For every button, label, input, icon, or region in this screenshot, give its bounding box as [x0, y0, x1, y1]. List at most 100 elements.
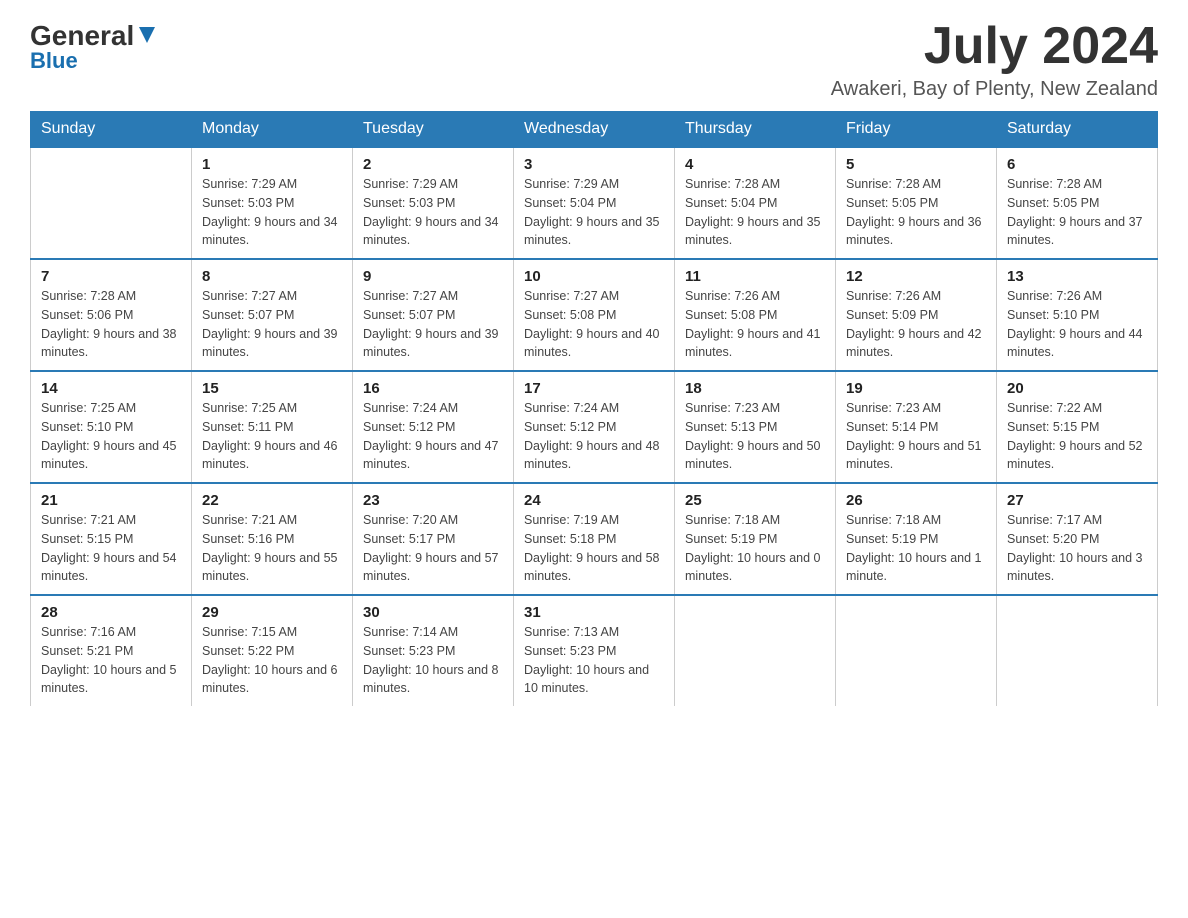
table-row: 13 Sunrise: 7:26 AMSunset: 5:10 PMDayligh… [997, 259, 1158, 371]
table-row: 6Sunrise: 7:28 AMSunset: 5:05 PMDaylight… [997, 147, 1158, 259]
day-info: Sunrise: 7:16 AMSunset: 5:21 PMDaylight:… [41, 623, 181, 698]
table-row: 18 Sunrise: 7:23 AMSunset: 5:13 PMDayligh… [675, 371, 836, 483]
day-number: 23 [363, 492, 503, 509]
table-row: 3Sunrise: 7:29 AMSunset: 5:04 PMDaylight… [514, 147, 675, 259]
day-info: Sunrise: 7:23 AMSunset: 5:13 PMDaylight:… [685, 399, 825, 474]
table-row: 30 Sunrise: 7:14 AMSunset: 5:23 PMDayligh… [353, 595, 514, 706]
day-info: Sunrise: 7:15 AMSunset: 5:22 PMDaylight:… [202, 623, 342, 698]
table-row: 2Sunrise: 7:29 AMSunset: 5:03 PMDaylight… [353, 147, 514, 259]
logo-blue-text: Blue [30, 48, 78, 74]
day-info: Sunrise: 7:25 AMSunset: 5:10 PMDaylight:… [41, 399, 181, 474]
table-row: 28 Sunrise: 7:16 AMSunset: 5:21 PMDayligh… [31, 595, 192, 706]
day-info: Sunrise: 7:21 AMSunset: 5:15 PMDaylight:… [41, 511, 181, 586]
day-number: 5 [846, 156, 986, 173]
table-row: 27 Sunrise: 7:17 AMSunset: 5:20 PMDayligh… [997, 483, 1158, 595]
day-number: 25 [685, 492, 825, 509]
table-row: 20 Sunrise: 7:22 AMSunset: 5:15 PMDayligh… [997, 371, 1158, 483]
calendar-header-row: Sunday Monday Tuesday Wednesday Thursday… [31, 112, 1158, 148]
day-number: 18 [685, 380, 825, 397]
col-saturday: Saturday [997, 112, 1158, 148]
day-info: Sunrise: 7:18 AMSunset: 5:19 PMDaylight:… [685, 511, 825, 586]
table-row: 9 Sunrise: 7:27 AMSunset: 5:07 PMDaylight… [353, 259, 514, 371]
day-number: 31 [524, 604, 664, 621]
day-number: 21 [41, 492, 181, 509]
day-number: 15 [202, 380, 342, 397]
table-row: 17Sunrise: 7:24 AMSunset: 5:12 PMDayligh… [514, 371, 675, 483]
table-row: 26Sunrise: 7:18 AMSunset: 5:19 PMDayligh… [836, 483, 997, 595]
day-info: Sunrise: 7:28 AMSunset: 5:05 PMDaylight:… [846, 175, 986, 250]
day-number: 17 [524, 380, 664, 397]
calendar-week-row: 14Sunrise: 7:25 AMSunset: 5:10 PMDayligh… [31, 371, 1158, 483]
day-info: Sunrise: 7:27 AMSunset: 5:07 PMDaylight:… [202, 287, 342, 362]
day-info: Sunrise: 7:26 AMSunset: 5:09 PMDaylight:… [846, 287, 986, 362]
table-row: 8 Sunrise: 7:27 AMSunset: 5:07 PMDaylight… [192, 259, 353, 371]
month-title: July 2024 [831, 20, 1158, 72]
day-number: 27 [1007, 492, 1147, 509]
table-row: 31Sunrise: 7:13 AMSunset: 5:23 PMDayligh… [514, 595, 675, 706]
col-sunday: Sunday [31, 112, 192, 148]
table-row: 29Sunrise: 7:15 AMSunset: 5:22 PMDayligh… [192, 595, 353, 706]
table-row: 23 Sunrise: 7:20 AMSunset: 5:17 PMDayligh… [353, 483, 514, 595]
table-row: 10 Sunrise: 7:27 AMSunset: 5:08 PMDayligh… [514, 259, 675, 371]
col-wednesday: Wednesday [514, 112, 675, 148]
day-number: 13 [1007, 268, 1147, 285]
day-info: Sunrise: 7:27 AMSunset: 5:08 PMDaylight:… [524, 287, 664, 362]
day-number: 12 [846, 268, 986, 285]
title-block: July 2024 Awakeri, Bay of Plenty, New Ze… [831, 20, 1158, 101]
calendar-week-row: 1Sunrise: 7:29 AMSunset: 5:03 PMDaylight… [31, 147, 1158, 259]
day-info: Sunrise: 7:26 AMSunset: 5:08 PMDaylight:… [685, 287, 825, 362]
day-info: Sunrise: 7:27 AMSunset: 5:07 PMDaylight:… [363, 287, 503, 362]
day-info: Sunrise: 7:21 AMSunset: 5:16 PMDaylight:… [202, 511, 342, 586]
table-row: 21 Sunrise: 7:21 AMSunset: 5:15 PMDayligh… [31, 483, 192, 595]
calendar-week-row: 28 Sunrise: 7:16 AMSunset: 5:21 PMDayligh… [31, 595, 1158, 706]
page-header: General Blue July 2024 Awakeri, Bay of P… [30, 20, 1158, 101]
day-info: Sunrise: 7:28 AMSunset: 5:04 PMDaylight:… [685, 175, 825, 250]
day-info: Sunrise: 7:17 AMSunset: 5:20 PMDaylight:… [1007, 511, 1147, 586]
day-number: 22 [202, 492, 342, 509]
table-row: 16 Sunrise: 7:24 AMSunset: 5:12 PMDayligh… [353, 371, 514, 483]
day-number: 10 [524, 268, 664, 285]
day-info: Sunrise: 7:25 AMSunset: 5:11 PMDaylight:… [202, 399, 342, 474]
logo-triangle-icon [136, 23, 158, 45]
table-row: 24Sunrise: 7:19 AMSunset: 5:18 PMDayligh… [514, 483, 675, 595]
day-info: Sunrise: 7:29 AMSunset: 5:04 PMDaylight:… [524, 175, 664, 250]
day-number: 30 [363, 604, 503, 621]
day-info: Sunrise: 7:23 AMSunset: 5:14 PMDaylight:… [846, 399, 986, 474]
day-info: Sunrise: 7:19 AMSunset: 5:18 PMDaylight:… [524, 511, 664, 586]
table-row: 11 Sunrise: 7:26 AMSunset: 5:08 PMDayligh… [675, 259, 836, 371]
logo: General Blue [30, 20, 158, 74]
location-subtitle: Awakeri, Bay of Plenty, New Zealand [831, 78, 1158, 101]
table-row: 25 Sunrise: 7:18 AMSunset: 5:19 PMDayligh… [675, 483, 836, 595]
col-thursday: Thursday [675, 112, 836, 148]
day-number: 9 [363, 268, 503, 285]
day-info: Sunrise: 7:20 AMSunset: 5:17 PMDaylight:… [363, 511, 503, 586]
table-row: 5 Sunrise: 7:28 AMSunset: 5:05 PMDaylight… [836, 147, 997, 259]
day-number: 16 [363, 380, 503, 397]
table-row: 19Sunrise: 7:23 AMSunset: 5:14 PMDayligh… [836, 371, 997, 483]
day-info: Sunrise: 7:22 AMSunset: 5:15 PMDaylight:… [1007, 399, 1147, 474]
day-number: 28 [41, 604, 181, 621]
table-row [997, 595, 1158, 706]
day-number: 11 [685, 268, 825, 285]
table-row: 14Sunrise: 7:25 AMSunset: 5:10 PMDayligh… [31, 371, 192, 483]
day-info: Sunrise: 7:28 AMSunset: 5:05 PMDaylight:… [1007, 175, 1147, 250]
day-number: 1 [202, 156, 342, 173]
day-number: 20 [1007, 380, 1147, 397]
day-number: 8 [202, 268, 342, 285]
day-number: 4 [685, 156, 825, 173]
table-row [31, 147, 192, 259]
col-monday: Monday [192, 112, 353, 148]
table-row: 1Sunrise: 7:29 AMSunset: 5:03 PMDaylight… [192, 147, 353, 259]
table-row [675, 595, 836, 706]
table-row: 4 Sunrise: 7:28 AMSunset: 5:04 PMDaylight… [675, 147, 836, 259]
day-info: Sunrise: 7:18 AMSunset: 5:19 PMDaylight:… [846, 511, 986, 586]
table-row: 22 Sunrise: 7:21 AMSunset: 5:16 PMDayligh… [192, 483, 353, 595]
day-info: Sunrise: 7:26 AMSunset: 5:10 PMDaylight:… [1007, 287, 1147, 362]
table-row: 15 Sunrise: 7:25 AMSunset: 5:11 PMDayligh… [192, 371, 353, 483]
calendar-week-row: 21 Sunrise: 7:21 AMSunset: 5:15 PMDayligh… [31, 483, 1158, 595]
col-friday: Friday [836, 112, 997, 148]
day-info: Sunrise: 7:24 AMSunset: 5:12 PMDaylight:… [363, 399, 503, 474]
col-tuesday: Tuesday [353, 112, 514, 148]
day-info: Sunrise: 7:28 AMSunset: 5:06 PMDaylight:… [41, 287, 181, 362]
day-info: Sunrise: 7:14 AMSunset: 5:23 PMDaylight:… [363, 623, 503, 698]
